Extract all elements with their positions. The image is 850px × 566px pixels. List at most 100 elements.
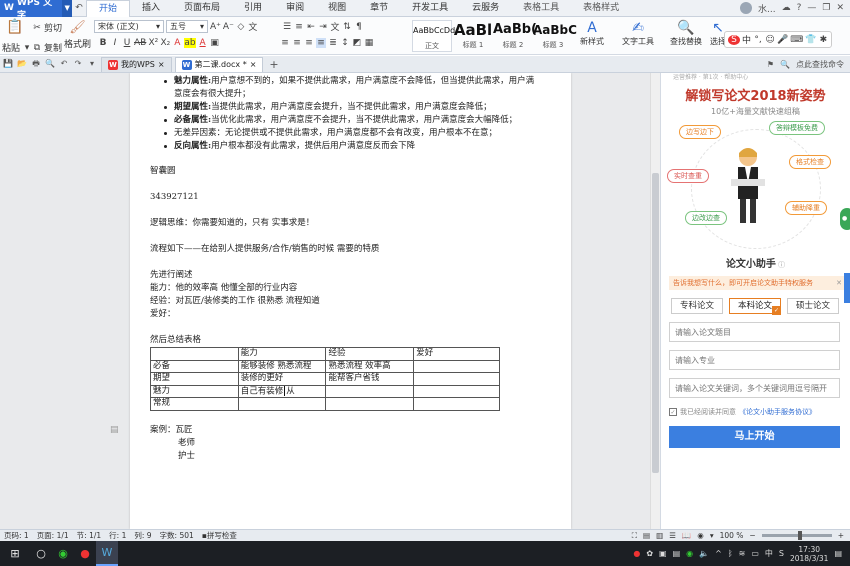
tab-bachelor-thesis[interactable]: 本科论文 xyxy=(729,298,781,315)
style-heading-1[interactable]: AaBl 标题 1 xyxy=(453,20,493,52)
volume-icon[interactable]: 🔈 xyxy=(699,549,709,558)
table-cell[interactable]: 经验 xyxy=(325,347,415,361)
paragraph[interactable]: 流程如下——在给别人提供服务/合作/销售的时候 需要的特质 xyxy=(150,243,540,256)
bluetooth-icon[interactable]: ᛒ xyxy=(728,549,733,558)
paragraph[interactable]: 爱好： xyxy=(150,308,540,321)
clear-format-icon[interactable]: ◇ xyxy=(236,22,246,32)
table-cell[interactable]: 能力 xyxy=(237,347,327,361)
italic-icon[interactable]: I xyxy=(110,38,120,48)
keywords-input[interactable] xyxy=(669,378,840,398)
document-page[interactable]: 魅力属性:用户意想不到的，如果不提供此需求，用户满意度不会降低，但当提供此需求，… xyxy=(130,73,571,529)
zoom-level[interactable]: 100 % xyxy=(720,531,744,540)
font-select[interactable]: 宋体 (正文) ▾ xyxy=(94,20,164,33)
status-words[interactable]: 字数: 501 xyxy=(160,530,194,541)
format-painter-button[interactable]: 🖌 格式刷 xyxy=(64,20,91,50)
phonetic-icon[interactable]: 文 xyxy=(248,20,258,33)
table-cell[interactable]: 必备 xyxy=(150,359,239,373)
paragraph[interactable]: 智囊圆 xyxy=(150,165,540,178)
close-icon[interactable]: × xyxy=(250,60,257,69)
table-cell[interactable] xyxy=(325,384,415,398)
zoom-in-icon[interactable]: + xyxy=(838,531,844,540)
print-icon[interactable]: 🖶 xyxy=(30,58,42,70)
paragraph[interactable]: 案例：瓦匠 xyxy=(150,424,540,437)
page-view-icon[interactable]: ▤ xyxy=(643,531,650,540)
paragraph[interactable]: 343927121 xyxy=(150,191,540,204)
bold-icon[interactable]: B xyxy=(98,38,108,48)
paragraph[interactable]: 先进行阐述 xyxy=(150,269,540,282)
document-body[interactable]: 魅力属性:用户意想不到的，如果不提供此需求，用户满意度不会降低，但当提供此需求，… xyxy=(150,73,540,463)
paste-button[interactable]: 📋 xyxy=(4,19,26,35)
table-cell[interactable]: 能够装修 熟悉流程 xyxy=(237,359,327,373)
record-icon[interactable]: ● xyxy=(74,541,96,566)
close-icon[interactable]: ✕ xyxy=(836,3,844,13)
tray-security-icon[interactable]: ◉ xyxy=(686,549,693,558)
feature-reduce-duplicate[interactable]: 辅助降重 xyxy=(785,201,827,215)
char-shading-icon[interactable]: ▣ xyxy=(210,38,220,48)
avatar[interactable] xyxy=(740,2,752,14)
user-name[interactable]: 水... xyxy=(758,2,776,15)
menu-page-layout[interactable]: 页面布局 xyxy=(172,0,232,17)
new-style-button[interactable]: A 新样式 xyxy=(580,20,604,47)
table-cell[interactable] xyxy=(413,384,500,398)
paragraph[interactable]: 护士 xyxy=(150,450,540,463)
outline-view-icon[interactable]: ☰ xyxy=(669,531,676,540)
requirements-table[interactable]: 能力 经验 爱好 必备 能够装修 熟悉流程 熟悉流程 效率高 期望 装修的更好 … xyxy=(150,347,500,411)
bullet-list-icon[interactable]: ☰ xyxy=(282,22,292,32)
cut-button[interactable]: ✂ 剪切 xyxy=(32,21,62,35)
table-cell[interactable]: 爱好 xyxy=(413,347,500,361)
zoom-menu-icon[interactable]: ▾ xyxy=(710,531,714,540)
spell-check[interactable]: ▪拼写检查 xyxy=(202,530,237,541)
eye-protection-icon[interactable]: ◉ xyxy=(697,531,704,540)
table-cell[interactable] xyxy=(325,397,415,411)
text-tools-button[interactable]: ✍ 文字工具 xyxy=(622,20,654,47)
tray-app-icon[interactable]: ✿ xyxy=(646,549,653,558)
menu-section[interactable]: 章节 xyxy=(358,0,400,17)
font-shrink-icon[interactable]: A⁻ xyxy=(223,22,234,32)
focus-mode-icon[interactable]: ⛶ xyxy=(632,531,637,541)
flag-icon[interactable]: ⚑ xyxy=(767,60,774,69)
align-left-icon[interactable]: ≡ xyxy=(280,38,290,48)
wps-app-menu-button[interactable]: W WPS 文字 ▼ xyxy=(0,0,72,21)
paragraph[interactable]: 逻辑思维：你需要知道的，只有 实事求是！ xyxy=(150,217,540,230)
feature-realtime-check[interactable]: 实时查重 xyxy=(667,169,709,183)
table-cell[interactable]: 期望 xyxy=(150,372,239,386)
border-icon[interactable]: ▦ xyxy=(364,38,374,48)
font-color-icon[interactable]: A xyxy=(198,38,208,48)
chevron-down-icon[interactable]: ▾ xyxy=(86,58,98,70)
tab-document[interactable]: W 第二课.docx * × xyxy=(174,56,264,72)
table-cell-active[interactable]: 自己有装修从 xyxy=(237,384,327,398)
wps-taskbar-icon[interactable]: W xyxy=(96,541,118,566)
list-item[interactable]: 魅力属性:用户意想不到的，如果不提供此需求，用户满意度不会降低，但当提供此需求，… xyxy=(150,75,540,101)
feature-format-check[interactable]: 格式检查 xyxy=(789,155,831,169)
web-view-icon[interactable]: ▥ xyxy=(656,531,663,540)
table-cell[interactable]: 能帮客户省钱 xyxy=(325,372,415,386)
restore-icon[interactable]: ❐ xyxy=(822,3,830,13)
network-icon[interactable]: ▭ xyxy=(751,549,759,558)
record-tray-icon[interactable]: ● xyxy=(633,549,640,558)
minimize-icon[interactable]: — xyxy=(807,3,816,13)
save-icon[interactable]: 💾 xyxy=(2,58,14,70)
outdent-icon[interactable]: ⇤ xyxy=(306,22,316,32)
list-item[interactable]: 必备属性:当优化此需求，用户满意度不会提升，当不提供此需求，用户满意度会大幅降低… xyxy=(150,114,540,127)
scroll-thumb[interactable] xyxy=(652,173,659,473)
chevron-down-icon[interactable]: ▼ xyxy=(62,0,72,17)
agreement-link[interactable]: 《论文小助手服务协议》 xyxy=(739,407,816,417)
table-cell[interactable] xyxy=(413,372,500,386)
preview-icon[interactable]: 🔍 xyxy=(44,58,56,70)
table-cell[interactable] xyxy=(150,347,239,361)
zoom-slider-knob[interactable] xyxy=(797,531,802,540)
undo-icon[interactable]: ↶ xyxy=(58,58,70,70)
text-effect-icon[interactable]: A xyxy=(172,38,182,48)
tray-folder-icon[interactable]: ▤ xyxy=(673,549,681,558)
menu-table-tools[interactable]: 表格工具 xyxy=(511,0,571,17)
show-marks-icon[interactable]: ¶ xyxy=(354,22,364,32)
menu-insert[interactable]: 插入 xyxy=(130,0,172,17)
align-center-icon[interactable]: ≡ xyxy=(292,38,302,48)
tab-my-wps[interactable]: W 我的WPS × xyxy=(101,56,172,72)
feature-free-template[interactable]: 答辩模板免费 xyxy=(769,121,825,135)
feature-edit-check[interactable]: 边改边查 xyxy=(685,211,727,225)
ime-indicator[interactable]: 中 xyxy=(765,548,773,559)
sort-icon[interactable]: ⇅ xyxy=(342,22,352,32)
table-cell[interactable] xyxy=(237,397,327,411)
major-input[interactable] xyxy=(669,350,840,370)
